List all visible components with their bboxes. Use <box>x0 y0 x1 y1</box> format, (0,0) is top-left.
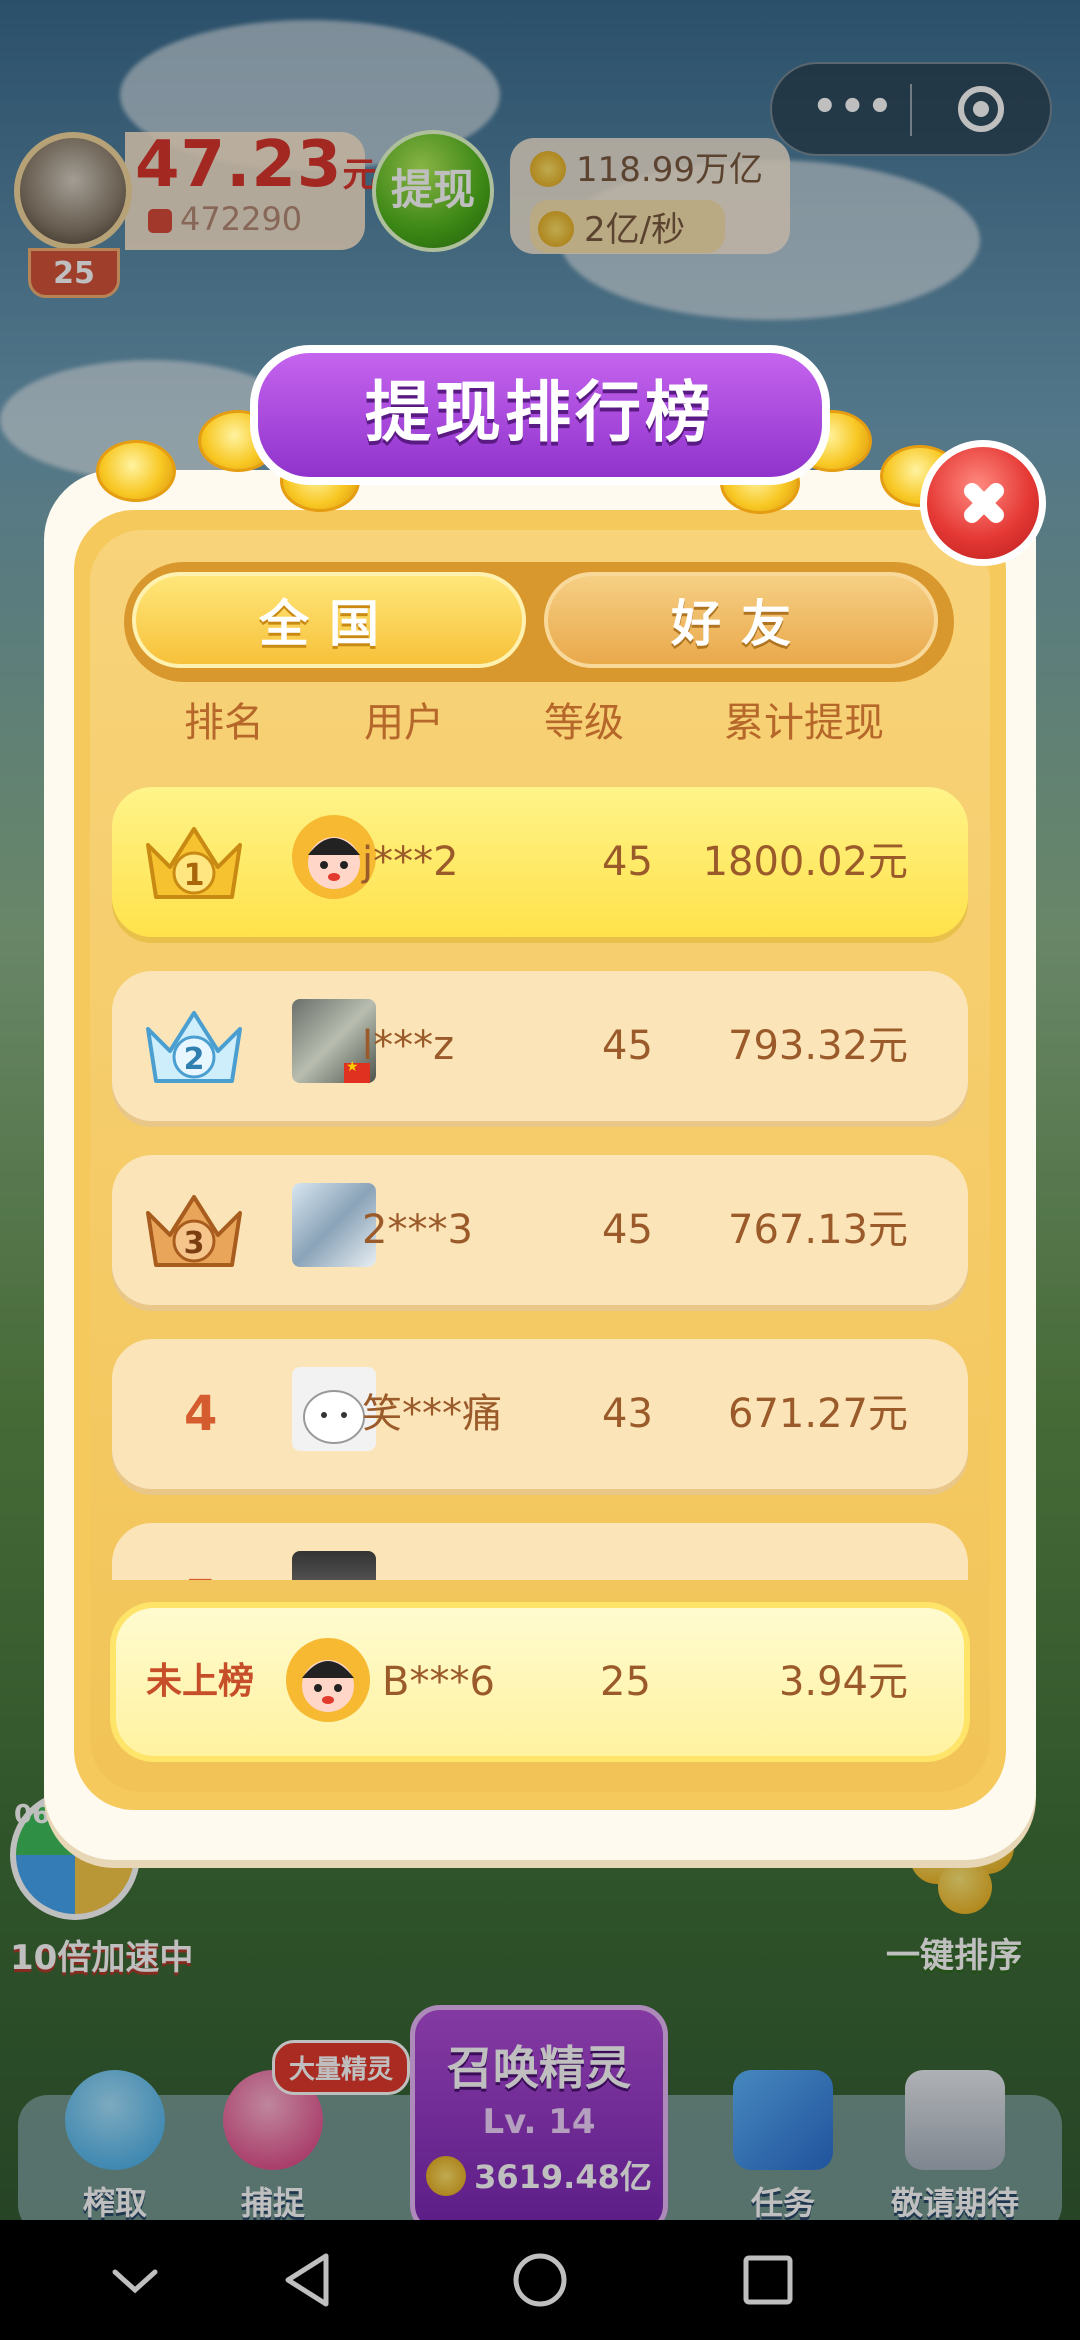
total-withdrawn: 793.32元 <box>728 1023 908 1069</box>
user-level: 43 <box>602 1391 653 1437</box>
bronze-crown-icon: 3 <box>146 1195 242 1267</box>
user-level: 45 <box>602 839 653 885</box>
rank-number: 5 <box>184 1523 217 1580</box>
my-avatar <box>286 1638 370 1722</box>
gold-coin-icon <box>96 440 176 502</box>
my-username: B***6 <box>382 1659 495 1705</box>
username: 2***3 <box>362 1207 473 1253</box>
table-row: 4 笑***痛 43 671.27元 <box>112 1339 968 1489</box>
user-level: 45 <box>602 1023 653 1069</box>
column-header-amount: 累计提现 <box>724 700 884 746</box>
table-row: 2 l***z 45 793.32元 <box>112 971 968 1121</box>
leaderboard-title-banner: 提现排行榜 <box>250 345 830 485</box>
close-icon[interactable] <box>920 440 1046 566</box>
gold-crown-icon: 1 <box>146 827 242 899</box>
rank-number: 4 <box>184 1386 218 1442</box>
user-level: 45 <box>602 1207 653 1253</box>
leaderboard-title: 提现排行榜 <box>365 374 715 451</box>
table-row: 1 j***2 45 1800.02元 <box>112 787 968 937</box>
rank-number: 1 <box>184 858 205 893</box>
rank-number: 2 <box>184 1042 205 1077</box>
leaderboard-list[interactable]: 1 j***2 45 1800.02元 2 l***z 45 793.32元 3… <box>100 775 980 1580</box>
my-level: 25 <box>600 1659 651 1705</box>
silver-crown-icon: 2 <box>146 1011 242 1083</box>
username: l***z <box>362 1023 455 1069</box>
column-header-user: 用户 <box>364 700 444 746</box>
my-rank-status: 未上榜 <box>146 1661 255 1702</box>
total-withdrawn: 1800.02元 <box>702 839 908 885</box>
avatar <box>292 1551 376 1580</box>
total-withdrawn: 767.13元 <box>728 1207 908 1253</box>
tab-friends[interactable]: 好友 <box>544 572 938 668</box>
username: 笑***痛 <box>362 1391 502 1437</box>
column-header-level: 等级 <box>544 700 624 746</box>
my-rank-row: 未上榜 B***6 25 3.94元 <box>110 1602 970 1762</box>
total-withdrawn: 671.27元 <box>728 1391 908 1437</box>
table-row: 3 2***3 45 767.13元 <box>112 1155 968 1305</box>
my-total-withdrawn: 3.94元 <box>778 1659 908 1705</box>
rank-number: 3 <box>184 1226 205 1261</box>
column-header-rank: 排名 <box>184 700 264 746</box>
table-row: 5 <box>112 1523 968 1580</box>
tab-national[interactable]: 全国 <box>132 572 526 668</box>
username: j***2 <box>362 839 459 885</box>
